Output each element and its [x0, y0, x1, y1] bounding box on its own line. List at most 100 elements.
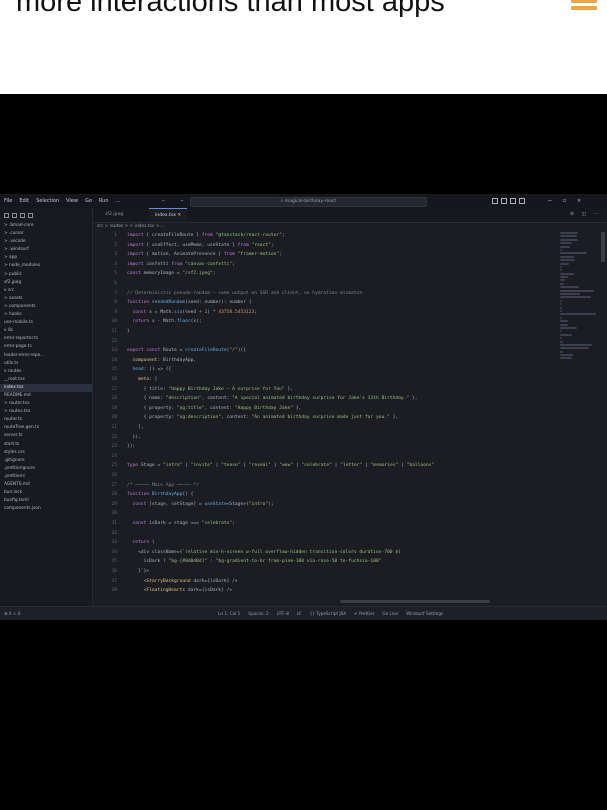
toggle-secondary-sidebar-icon[interactable]: [510, 198, 516, 204]
minimap-line: [560, 320, 569, 323]
tree-item[interactable]: > router.tsx: [0, 400, 92, 408]
tree-item[interactable]: > .bmad-core: [0, 222, 92, 230]
line-number: 31: [111, 521, 117, 526]
code-text: import { motion, AnimatePresence } from …: [127, 251, 282, 259]
tree-item[interactable]: __root.tsx: [0, 376, 92, 384]
problems-status[interactable]: ⊗ 0 ⚠ 0: [4, 607, 21, 620]
tree-item[interactable]: > public: [0, 271, 92, 279]
status-item[interactable]: UTF-8: [277, 607, 289, 620]
editor-actions[interactable]: ⚙ ◫ ⋯: [570, 208, 601, 222]
tree-item[interactable]: routeTree.gen.ts: [0, 424, 92, 432]
toggle-sidebar-icon[interactable]: [492, 198, 498, 204]
horizontal-scrollbar[interactable]: [340, 600, 490, 603]
code-line: 27 /* ───── Main App ───── */: [93, 482, 558, 490]
close-button[interactable]: ✕: [577, 194, 581, 208]
code-line: 23});: [93, 443, 558, 451]
new-file-icon[interactable]: [4, 212, 9, 218]
line-number: 35: [111, 559, 117, 565]
tree-item[interactable]: AGENTS.md: [0, 481, 92, 489]
minimize-button[interactable]: —: [548, 194, 552, 208]
tree-item[interactable]: .gitignore: [0, 457, 92, 465]
status-item[interactable]: Spaces: 2: [248, 607, 268, 620]
customize-layout-icon[interactable]: [519, 198, 525, 204]
menu-item[interactable]: View: [66, 194, 78, 208]
code-token: }: [127, 329, 130, 334]
tab-sf2-jpeg[interactable]: sf2.jpeg: [99, 208, 129, 222]
menu-item[interactable]: …: [116, 194, 121, 208]
minimap-line: [560, 350, 563, 353]
tab-index-tsx[interactable]: index.tsx ✕: [149, 208, 188, 222]
tree-item[interactable]: > .cursor: [0, 230, 92, 238]
minimap[interactable]: [560, 232, 600, 602]
new-folder-icon[interactable]: [12, 212, 17, 218]
tree-item[interactable]: styles.css: [0, 449, 92, 457]
code-token: StarryBackground: [146, 578, 191, 584]
tree-item[interactable]: bun.lock: [0, 489, 92, 497]
tree-item[interactable]: README.md: [0, 392, 92, 400]
tree-item[interactable]: error-reporter.ts: [0, 335, 92, 343]
menu-item[interactable]: Run: [99, 194, 109, 208]
code-token: from: [237, 242, 252, 248]
code-token: : BirthdayApp,: [157, 357, 197, 363]
tree-item[interactable]: index.tsx: [0, 383, 92, 392]
status-item[interactable]: ✔ Prettier: [354, 607, 374, 620]
toggle-panel-icon[interactable]: [501, 198, 507, 204]
code-text: const x = Math.sin(seed + 1) * 43758.545…: [127, 309, 258, 317]
menu-item[interactable]: Selection: [36, 194, 59, 208]
file-tree: > .bmad-core > .cursor > .vscode > .windsur…: [0, 222, 92, 513]
code-line: 30: [93, 510, 558, 518]
status-item[interactable]: Ln 1, Col 1: [218, 607, 240, 620]
tree-item[interactable]: .prettierrc: [0, 473, 92, 481]
menu-item[interactable]: Edit: [19, 194, 29, 208]
tree-item[interactable]: utils.ts: [0, 360, 92, 368]
tree-item[interactable]: server.ts: [0, 432, 92, 440]
tree-item[interactable]: > routes.tsx: [0, 408, 92, 416]
tree-item[interactable]: components.json: [0, 505, 92, 513]
code-token: "og:title": [176, 405, 205, 411]
status-item[interactable]: {} TypeScript JSX: [310, 607, 347, 620]
refresh-icon[interactable]: [20, 212, 25, 218]
status-item[interactable]: Go Live: [382, 607, 398, 620]
code-line: 22 }),: [93, 434, 558, 442]
tree-item[interactable]: v src: [0, 287, 92, 295]
tree-item[interactable]: sf2.jpeg: [0, 279, 92, 287]
menu-item[interactable]: File: [4, 194, 12, 208]
status-item[interactable]: LF: [297, 607, 302, 620]
code-token: "balloons": [406, 463, 435, 469]
tree-item[interactable]: v routes: [0, 368, 92, 376]
tree-item[interactable]: use-mobile.ts: [0, 319, 92, 327]
tree-item-label: > .bmad-core: [4, 223, 34, 228]
tree-item[interactable]: > .vscode: [0, 238, 92, 246]
tree-item[interactable]: > .windsurf: [0, 246, 92, 254]
nav-arrows[interactable]: ← →: [162, 194, 189, 208]
tree-item[interactable]: error-page.ts: [0, 343, 92, 351]
breadcrumb[interactable]: src > routes > ⚛ index.tsx > …: [93, 222, 567, 232]
collapse-icon[interactable]: [28, 212, 33, 218]
code-token: const: [127, 521, 150, 526]
tree-item[interactable]: router.ts: [0, 416, 92, 424]
menu-item[interactable]: Go: [85, 194, 92, 208]
tree-item[interactable]: > node_modules: [0, 262, 92, 270]
tree-item[interactable]: > components: [0, 303, 92, 311]
code-token: { createFileRoute }: [146, 233, 202, 238]
line-number: 4: [114, 261, 117, 267]
code-token: const: [127, 501, 150, 507]
tree-item[interactable]: v lib: [0, 327, 92, 335]
maximize-button[interactable]: ☐: [563, 194, 567, 208]
line-number: 29: [111, 501, 117, 507]
code-token: { name:: [127, 396, 166, 402]
tree-item[interactable]: loader-error-repo...: [0, 352, 92, 360]
vertical-scrollbar[interactable]: [601, 232, 605, 262]
command-search[interactable]: ⌕ magical-birthday-react: [190, 197, 427, 207]
tree-item[interactable]: .prettierignore: [0, 465, 92, 473]
tree-item[interactable]: bunfig.toml: [0, 497, 92, 505]
tree-item[interactable]: > assets: [0, 295, 92, 303]
tree-item[interactable]: > hooks: [0, 311, 92, 319]
code-editor[interactable]: 1 import { createFileRoute } from "@tanst…: [93, 232, 558, 604]
tree-item[interactable]: start.ts: [0, 441, 92, 449]
tree-item[interactable]: > app: [0, 254, 92, 262]
code-line: 24: [93, 453, 558, 461]
status-item[interactable]: Windsurf Settings: [406, 607, 443, 620]
code-token: "celebrate": [201, 521, 233, 526]
code-line: 38 <FloatingHearts dark={isDark} />: [93, 587, 558, 595]
